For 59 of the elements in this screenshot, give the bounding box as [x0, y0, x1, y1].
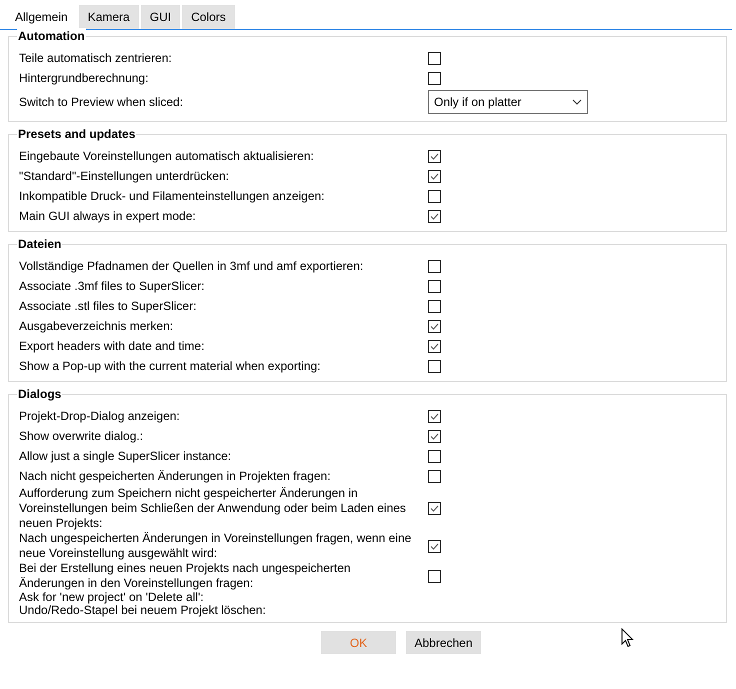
setting-label: Export headers with date and time:	[19, 338, 206, 354]
setting-label: Hintergrundberechnung:	[19, 70, 150, 86]
checkbox[interactable]	[428, 150, 441, 162]
checkbox[interactable]	[428, 570, 441, 582]
setting-label: Eingebaute Voreinstellungen automatisch aktualisieren:	[19, 148, 315, 164]
dropdown[interactable]: Only if on platter	[428, 90, 588, 114]
group-title: Dialogs	[17, 386, 62, 402]
setting-label: Associate .3mf files to SuperSlicer:	[19, 278, 206, 294]
setting-label: Show a Pop-up with the current material when exporting:	[19, 358, 322, 374]
setting-label: Associate .stl files to SuperSlicer:	[19, 298, 198, 314]
setting-label: Vollständige Pfadnamen der Quellen in 3mf und amf exportieren:	[19, 258, 364, 274]
checkmark-icon	[430, 322, 439, 330]
checkmark-icon	[430, 412, 439, 420]
setting-label: Main GUI always in expert mode:	[19, 208, 197, 224]
tab[interactable]: GUI	[140, 5, 180, 29]
tab[interactable]: Colors	[182, 5, 235, 29]
checkbox[interactable]	[428, 410, 441, 422]
checkbox[interactable]	[428, 430, 441, 442]
tab[interactable]: Kamera	[78, 5, 139, 29]
setting-label: Nach ungespeicherten Änderungen in Voreinstellungen fragen, wenn eine neue Voreinstellung ausgewählt wird:	[19, 531, 412, 561]
checkbox[interactable]	[428, 170, 441, 182]
checkbox[interactable]	[428, 260, 441, 272]
setting-label: Ausgabeverzeichnis merken:	[19, 318, 174, 334]
setting-label: Bei der Erstellung eines neuen Projekts nach ungespeicherten Änderungen in den Voreinstellungen fragen:	[19, 561, 352, 591]
checkmark-icon	[430, 342, 439, 350]
checkmark-icon	[430, 432, 439, 440]
group-title: Presets and updates	[17, 126, 136, 142]
setting-label: Aufforderung zum Speichern nicht gespeicherter Änderungen in Voreinstellungen beim Schließen der Anwendung oder beim Laden eines neuen Projekts:	[19, 486, 407, 531]
checkbox[interactable]	[428, 360, 441, 372]
setting-label: Undo/Redo-Stapel bei neuem Projekt löschen:	[19, 604, 267, 617]
mouse-pointer-icon	[621, 628, 634, 648]
checkbox[interactable]	[428, 470, 441, 482]
checkbox[interactable]	[428, 52, 441, 64]
checkbox[interactable]	[428, 280, 441, 292]
checkbox[interactable]	[428, 72, 441, 84]
checkbox[interactable]	[428, 190, 441, 202]
setting-label: Switch to Preview when sliced:	[19, 94, 184, 110]
chevron-down-icon	[572, 99, 582, 105]
setting-label: Ask for 'new project' on 'Delete all':	[19, 591, 205, 604]
checkbox[interactable]	[428, 340, 441, 352]
setting-label: Show overwrite dialog.:	[19, 428, 144, 444]
checkbox[interactable]	[428, 450, 441, 462]
checkmark-icon	[430, 172, 439, 180]
setting-label: Teile automatisch zentrieren:	[19, 50, 173, 66]
checkbox[interactable]	[428, 320, 441, 332]
checkmark-icon	[430, 152, 439, 160]
checkbox[interactable]	[428, 540, 441, 552]
cancel-button[interactable]: Abbrechen	[406, 631, 481, 654]
checkbox[interactable]	[428, 502, 441, 515]
checkbox[interactable]	[428, 210, 441, 222]
setting-label: Allow just a single SuperSlicer instance:	[19, 448, 232, 464]
setting-label: Inkompatible Druck- und Filamenteinstellungen anzeigen:	[19, 188, 326, 204]
setting-label: "Standard"-Einstellungen unterdrücken:	[19, 168, 230, 184]
setting-label: Nach nicht gespeicherten Änderungen in Projekten fragen:	[19, 468, 332, 484]
checkmark-icon	[430, 212, 439, 220]
checkmark-icon	[430, 505, 439, 512]
setting-label: Projekt-Drop-Dialog anzeigen:	[19, 408, 181, 424]
checkmark-icon	[430, 542, 439, 550]
checkbox[interactable]	[428, 300, 441, 312]
